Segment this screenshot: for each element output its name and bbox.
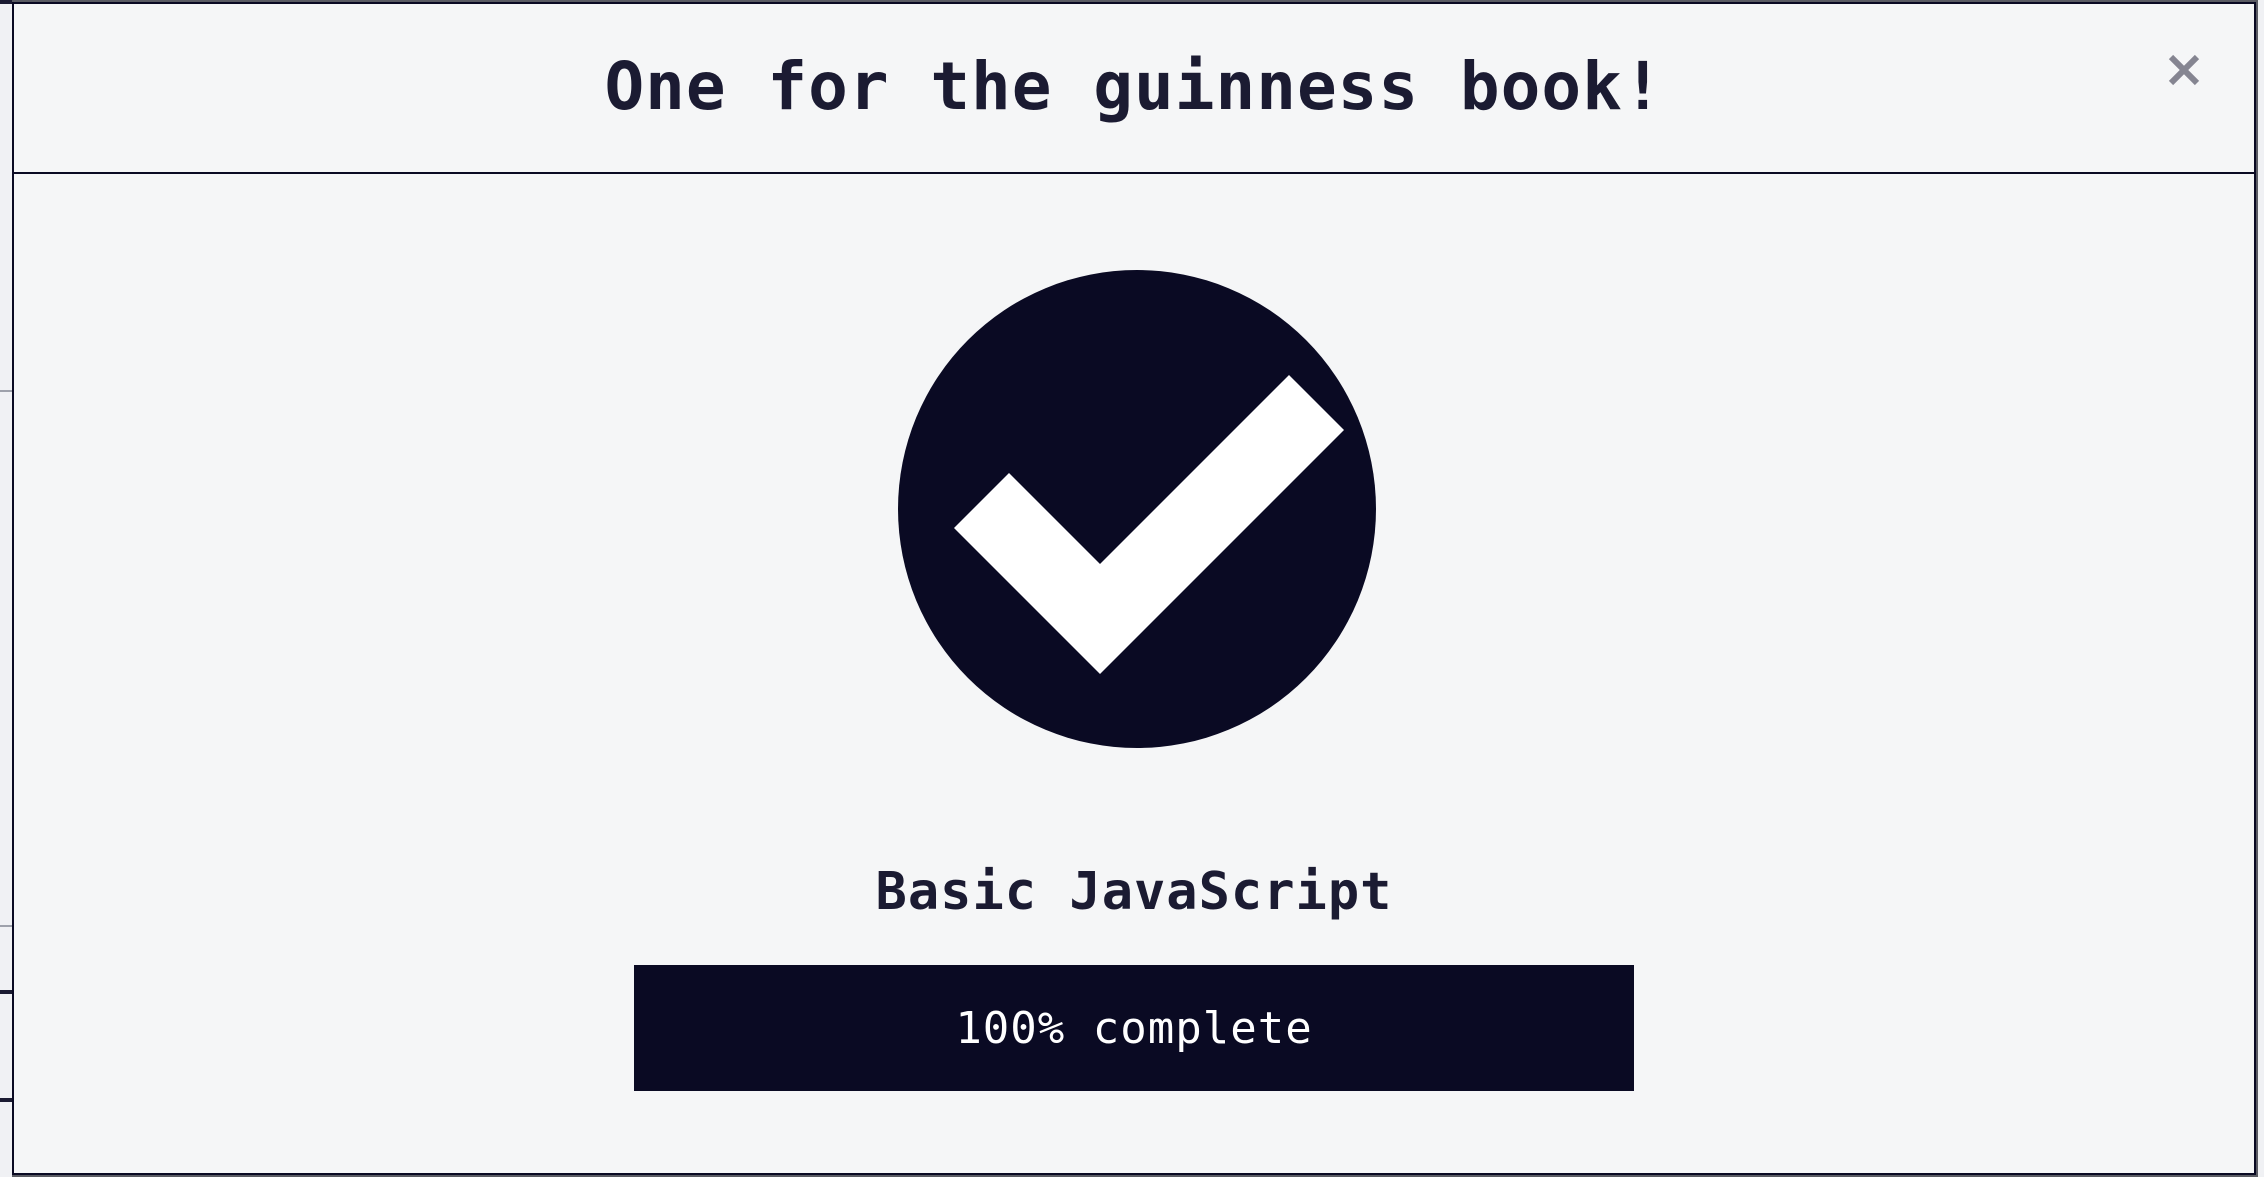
progress-bar: 100% complete: [634, 965, 1634, 1091]
modal-header: One for the guinness book!: [14, 4, 2254, 174]
check-circle-icon: [898, 270, 1376, 748]
close-icon: [2168, 54, 2200, 86]
background-divider: [0, 1098, 12, 1102]
background-page-edge-right: [2258, 0, 2264, 1177]
completion-modal: One for the guinness book! Basic JavaScr…: [12, 2, 2256, 1175]
modal-title: One for the guinness book!: [604, 48, 1664, 125]
background-divider: [0, 390, 12, 392]
progress-label: 100% complete: [955, 1002, 1313, 1054]
background-page-edge: [0, 0, 12, 1177]
background-divider: [0, 925, 12, 927]
close-button[interactable]: [2160, 46, 2208, 94]
background-divider: [0, 990, 12, 994]
background-divider: [0, 0, 12, 4]
block-title: Basic JavaScript: [875, 862, 1393, 922]
